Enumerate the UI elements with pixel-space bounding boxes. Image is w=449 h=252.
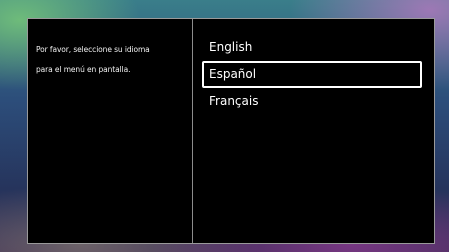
language-setup-dialog: Por favor, seleccione su idioma para el …	[27, 18, 435, 244]
language-option-espanol[interactable]: Español	[202, 61, 422, 88]
prompt-line-1: Por favor, seleccione su idioma	[36, 45, 150, 54]
tv-screen: Por favor, seleccione su idioma para el …	[0, 0, 449, 252]
language-option-francais[interactable]: Français	[202, 88, 422, 115]
language-list: English Español Français	[202, 34, 422, 115]
language-prompt: Por favor, seleccione su idioma para el …	[36, 40, 186, 80]
language-option-english[interactable]: English	[202, 34, 422, 61]
prompt-line-2: para el menú en pantalla.	[36, 65, 131, 74]
panel-divider	[192, 19, 193, 243]
